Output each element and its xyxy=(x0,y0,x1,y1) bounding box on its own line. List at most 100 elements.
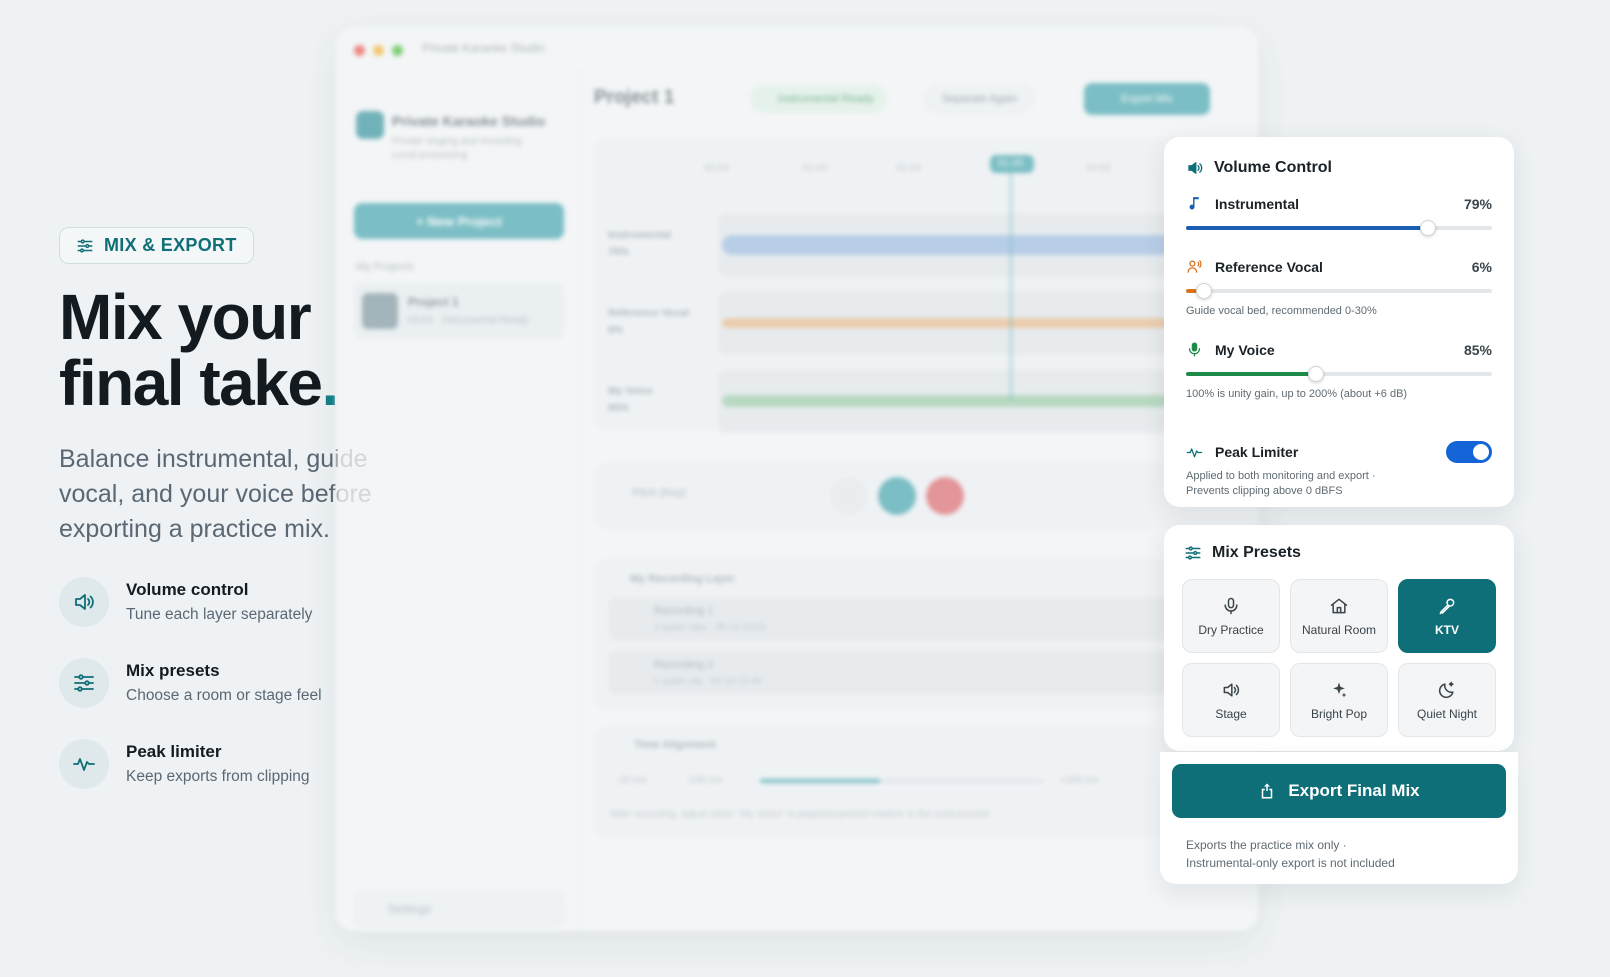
speaker-icon xyxy=(59,577,109,627)
my-projects-heading: My Projects xyxy=(356,261,414,273)
preset-label: Dry Practice xyxy=(1198,622,1264,637)
transport-bar: Pitch (Key) xyxy=(594,463,1258,529)
speaker-icon xyxy=(1188,162,1203,174)
preset-ktv[interactable]: KTV xyxy=(1398,579,1496,653)
volume-row-voice: My Voice 85% 100% is unity gain, up to 2… xyxy=(1186,341,1492,400)
preset-natural-room[interactable]: Natural Room xyxy=(1290,579,1388,653)
microphone-icon xyxy=(1188,342,1201,357)
zoom-dot xyxy=(392,45,403,56)
track-pct: 79% xyxy=(608,246,630,258)
recording-name: Recording 2 xyxy=(654,659,714,671)
settings-button[interactable]: Settings xyxy=(354,891,564,927)
time-alignment-panel: Time Alignment -10 ms -100 ms +100 ms Af… xyxy=(594,727,1258,837)
separate-again-button[interactable]: Separate Again xyxy=(924,85,1036,113)
rewind-button[interactable] xyxy=(830,477,868,515)
presets-card-header: Mix Presets xyxy=(1184,544,1301,562)
app-logo xyxy=(356,111,384,139)
speaker-icon xyxy=(1223,682,1240,697)
feature-desc: Choose a room or stage feel xyxy=(126,687,322,704)
minimize-dot xyxy=(373,45,384,56)
pitch-label: Pitch (Key) xyxy=(632,487,686,499)
app-sidebar: Private Karaoke Studio Private singing a… xyxy=(336,69,581,931)
align-minus-small[interactable]: -10 ms xyxy=(616,775,647,786)
preset-dry-practice[interactable]: Dry Practice xyxy=(1182,579,1280,653)
slider-thumb[interactable] xyxy=(1419,220,1436,236)
slider-thumb[interactable] xyxy=(1196,283,1213,299)
time-tick: 04:00 xyxy=(1086,163,1112,174)
feature-title: Volume control xyxy=(126,580,249,599)
app-window-background: Private Karaoke Studio Private Karaoke S… xyxy=(336,27,1258,931)
headline-line1: Mix your xyxy=(59,281,312,353)
preset-stage[interactable]: Stage xyxy=(1182,663,1280,737)
volume-card-header: Volume Control xyxy=(1186,159,1332,177)
track-pct: 6% xyxy=(608,324,624,336)
sparkle-icon xyxy=(1333,682,1347,697)
export-note-line: Exports the practice mix only · xyxy=(1186,838,1347,852)
recording-layer-panel: My Recording Layer Recording 1 2 audio c… xyxy=(594,559,1258,709)
voice-volume-slider[interactable] xyxy=(1186,364,1492,384)
feature-desc: Keep exports from clipping xyxy=(126,768,310,785)
eyebrow-label: MIX & EXPORT xyxy=(104,235,237,255)
play-button[interactable] xyxy=(878,477,916,515)
limiter-desc-line: Prevents clipping above 0 dBFS xyxy=(1186,485,1343,497)
eyebrow-badge: MIX & EXPORT xyxy=(59,227,254,264)
export-mix-button[interactable]: Export Mix xyxy=(1084,83,1210,115)
feature-desc: Tune each layer separately xyxy=(126,606,313,623)
slider-thumb[interactable] xyxy=(1308,366,1325,382)
recording-row[interactable]: Recording 2 1 audio clip · 05-19 22:40 xyxy=(608,651,1258,695)
preset-grid: Dry Practice Natural Room KTV Stage Brig… xyxy=(1182,579,1496,737)
preset-label: Natural Room xyxy=(1301,622,1377,637)
track-pct: 85% xyxy=(608,402,630,414)
project-list-item[interactable]: Project 1 03:04 · Instrumental Ready xyxy=(354,283,564,339)
alignment-slider[interactable] xyxy=(760,779,1044,783)
record-button[interactable] xyxy=(926,477,964,515)
recording-meta: 2 audio clips · 05-19 23:02 xyxy=(654,622,766,633)
sliders-icon xyxy=(1185,546,1201,560)
brand-subtitle: Private singing and recording Local proc… xyxy=(392,135,522,163)
recording-row[interactable]: Recording 1 2 audio clips · 05-19 23:02 xyxy=(608,597,1258,641)
headline-line2: final take xyxy=(59,347,323,419)
align-minus-large[interactable]: -100 ms xyxy=(686,775,722,786)
volume-row-value: 85% xyxy=(1463,341,1492,358)
recording-meta: 1 audio clip · 05-19 22:40 xyxy=(654,676,762,687)
track-name: My Voice xyxy=(608,385,653,397)
project-name: Project 1 xyxy=(408,295,459,309)
peak-limiter-label: Peak Limiter xyxy=(1215,444,1299,460)
voice-hint: 100% is unity gain, up to 200% (about +6… xyxy=(1186,388,1408,400)
align-plus-large[interactable]: +100 ms xyxy=(1060,775,1099,786)
brand-name: Private Karaoke Studio xyxy=(392,113,546,129)
volume-row-label: Reference Vocal xyxy=(1215,258,1323,275)
pulse-icon xyxy=(1186,447,1203,457)
recording-name: Recording 1 xyxy=(654,605,714,617)
project-meta: 03:04 · Instrumental Ready xyxy=(408,315,529,326)
home-icon xyxy=(1330,598,1348,613)
reference-hint: Guide vocal bed, recommended 0-30% xyxy=(1186,305,1377,317)
preset-bright-pop[interactable]: Bright Pop xyxy=(1290,663,1388,737)
track-name: Instrumental xyxy=(608,229,672,241)
track-label-instrumental: Instrumental 79% xyxy=(608,227,671,261)
brand-sub-line: Local processing xyxy=(392,150,468,161)
limiter-desc-line: Applied to both monitoring and export · xyxy=(1186,470,1376,482)
export-icon xyxy=(1262,783,1273,799)
new-project-button[interactable]: + New Project xyxy=(354,203,564,239)
brand-sub-line: Private singing and recording xyxy=(392,136,522,147)
alignment-note: After recording, adjust when "My Voice" … xyxy=(610,809,989,820)
time-alignment-title: Time Alignment xyxy=(634,739,716,751)
preset-quiet-night[interactable]: Quiet Night xyxy=(1398,663,1496,737)
mix-presets-card: Mix Presets Dry Practice Natural Room KT… xyxy=(1164,525,1514,751)
track-name: Reference Vocal xyxy=(608,307,689,319)
volume-row-label: Instrumental xyxy=(1215,195,1300,212)
time-tick: 01:00 xyxy=(802,163,828,174)
instrumental-volume-slider[interactable] xyxy=(1186,218,1492,238)
peak-limiter-toggle[interactable] xyxy=(1446,441,1492,463)
peak-limiter-row: Peak Limiter Applied to both monitoring … xyxy=(1186,441,1492,499)
feature-title: Mix presets xyxy=(126,661,220,680)
moon-icon xyxy=(1438,681,1454,698)
export-final-mix-button[interactable]: Export Final Mix xyxy=(1172,764,1506,818)
preset-label: Stage xyxy=(1215,706,1247,721)
karaoke-mic-icon xyxy=(1439,598,1455,614)
peak-limiter-desc: Applied to both monitoring and export · … xyxy=(1186,469,1492,499)
timeline-panel: 00:00 01:00 02:00 01:20 04:00 Instrument… xyxy=(594,139,1258,433)
reference-volume-slider[interactable] xyxy=(1186,281,1492,301)
preset-label: Bright Pop xyxy=(1310,706,1368,721)
